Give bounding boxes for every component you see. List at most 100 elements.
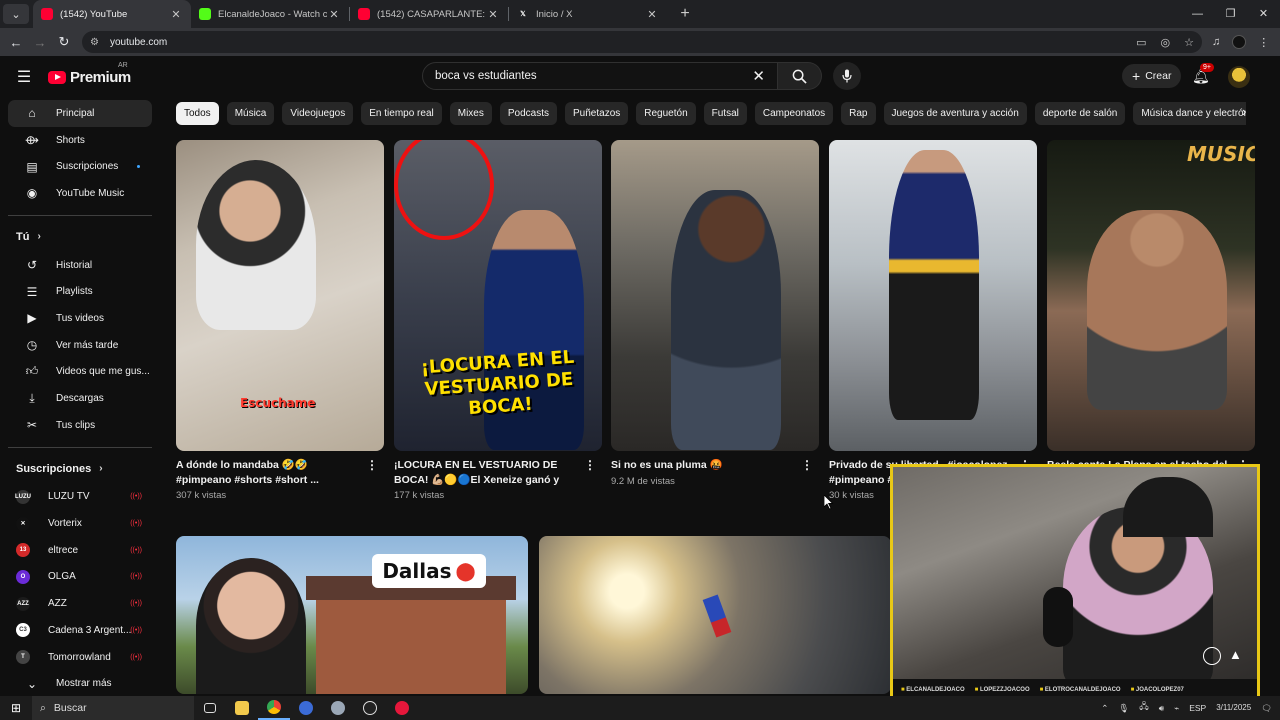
filter-chip[interactable]: Podcasts [499, 102, 557, 125]
browser-tab[interactable]: (1542) CASAPARLANTE: BEÉLE✕ [350, 0, 508, 28]
subscription-item[interactable]: O OLGA ((•)) [8, 564, 152, 591]
short-video-card[interactable]: ¡LOCURA EN EL VESTUARIO DE BOCA! ¡LOCURA… [394, 140, 602, 501]
forward-icon[interactable]: → [28, 35, 52, 50]
you-heading[interactable]: Tú › [0, 222, 160, 252]
messenger-app-icon[interactable] [290, 696, 322, 720]
more-options-icon[interactable]: ⋮ [366, 458, 378, 472]
close-window-icon[interactable]: ✕ [1247, 0, 1280, 28]
profile-avatar[interactable] [1232, 35, 1247, 49]
bookmark-star-icon[interactable]: ☆ [1184, 36, 1194, 49]
close-tab-icon[interactable]: ✕ [327, 8, 341, 21]
filter-chip[interactable]: deporte de salón [1034, 102, 1126, 125]
subscription-item[interactable]: ✕ Vorterix ((•)) [8, 510, 152, 537]
close-tab-icon[interactable]: ✕ [645, 8, 659, 21]
more-options-icon[interactable]: ⋮ [584, 458, 596, 472]
short-video-card[interactable]: Privado de su libertad.. #joacolopez #pi… [829, 140, 1037, 501]
short-thumbnail[interactable] [611, 140, 819, 451]
filter-chip[interactable]: Campeonatos [754, 102, 834, 125]
subscription-item[interactable]: AZZ AZZ ((•)) [8, 590, 152, 617]
new-tab-button[interactable]: + [673, 5, 697, 23]
reload-icon[interactable]: ↻ [52, 34, 76, 50]
filter-chip[interactable]: Reguetón [636, 102, 696, 125]
windows-start-icon[interactable]: ⊞ [0, 701, 32, 715]
app-icon[interactable] [322, 696, 354, 720]
video-title[interactable]: A dónde lo mandaba 🤣🤣 #pimpeano #shorts … [176, 458, 361, 487]
eye-off-icon[interactable]: ◎ [1161, 36, 1171, 49]
filter-chip[interactable]: En tiempo real [361, 102, 442, 125]
video-title[interactable]: Si no es una pluma 🤬 [611, 458, 796, 473]
minimize-icon[interactable]: — [1181, 0, 1214, 28]
search-input[interactable]: boca vs estudiantes ✕ [422, 62, 778, 90]
sidebar-item-descargas[interactable]: ⤓ Descargas [8, 385, 152, 412]
sidebar-item-suscripciones[interactable]: ▤ Suscripciones [8, 153, 152, 180]
close-tab-icon[interactable]: ✕ [486, 8, 500, 21]
task-view-icon[interactable] [194, 696, 226, 720]
short-video-card[interactable]: Escuchame A dónde lo mandaba 🤣🤣 #pimpeano… [176, 140, 384, 501]
create-button[interactable]: + Crear [1122, 64, 1182, 88]
mic-tray-icon[interactable]: 🎙︎ [1118, 703, 1129, 714]
short-thumbnail[interactable]: MUSIC [1047, 140, 1255, 451]
keyboard-language[interactable]: ESP [1189, 703, 1206, 713]
short-video-card[interactable]: Si no es una pluma 🤬 9.2 M de vistas ⋮ [611, 140, 819, 487]
network-icon[interactable]: 🖧 [1139, 701, 1148, 715]
sidebar-item-playlists[interactable]: ☰ Playlists [8, 278, 152, 305]
short-thumbnail[interactable] [829, 140, 1037, 451]
tab-search-button[interactable]: ⌄ [3, 4, 29, 24]
short-thumbnail[interactable]: ¡LOCURA EN EL VESTUARIO DE BOCA! [394, 140, 602, 451]
menu-icon[interactable]: ☰ [0, 67, 48, 87]
browser-menu-icon[interactable]: ⋮ [1258, 36, 1269, 49]
short-video-card[interactable]: MUSICBeele canta La Plena en el techo de… [1047, 140, 1255, 490]
opera-icon[interactable] [386, 696, 418, 720]
filter-chip[interactable]: Música [226, 102, 275, 125]
youtube-premium-logo[interactable]: Premium AR [48, 62, 131, 86]
subscriptions-heading[interactable]: Suscripciones › [0, 454, 160, 484]
site-info-icon[interactable]: ⚙ [90, 37, 104, 48]
sidebar-item-ver-m-s-tarde[interactable]: ◷ Ver más tarde [8, 332, 152, 359]
search-button[interactable] [778, 62, 822, 90]
cast-icon[interactable]: ▭ [1136, 36, 1146, 49]
filter-chip[interactable]: Puñetazos [565, 102, 629, 125]
file-explorer-icon[interactable] [226, 696, 258, 720]
more-options-icon[interactable]: ⋮ [801, 458, 813, 472]
sidebar-item-historial[interactable]: ↺ Historial [8, 252, 152, 279]
sidebar-item-tus-clips[interactable]: ✂ Tus clips [8, 412, 152, 439]
media-control-icon[interactable]: ♫ [1212, 36, 1220, 48]
user-avatar[interactable] [1228, 66, 1250, 88]
filter-chip[interactable]: Música dance y electrónica [1133, 102, 1246, 125]
subscription-item[interactable]: T Tomorrowland ((•)) [8, 644, 152, 671]
sidebar-item-shorts[interactable]: ⟴ Shorts [8, 127, 152, 154]
video-title[interactable]: ¡LOCURA EN EL VESTUARIO DE BOCA! 💪🏼🟡🔵El … [394, 458, 579, 487]
filter-chip[interactable]: Futsal [703, 102, 747, 125]
clear-search-icon[interactable]: ✕ [752, 67, 765, 85]
obs-icon[interactable] [354, 696, 386, 720]
voice-search-button[interactable] [833, 62, 861, 90]
subscription-item[interactable]: LUZU LUZU TV ((•)) [8, 484, 152, 511]
sidebar-item-tus-videos[interactable]: ▶ Tus videos [8, 305, 152, 332]
volume-icon[interactable]: 🔊︎ [1159, 703, 1164, 714]
usb-icon[interactable]: ⌁ [1174, 703, 1179, 714]
browser-tab[interactable]: ElcanaldeJoaco - Watch clips on✕ [191, 0, 349, 28]
notifications-button[interactable]: 🔔︎ 9+ [1192, 63, 1214, 85]
show-more-button[interactable]: ⌄ Mostrar más [8, 670, 152, 697]
taskbar-search[interactable]: ⌕ Buscar [32, 696, 194, 720]
sidebar-item-videos-que-me-gus[interactable]: 👍︎ Videos que me gus... [8, 359, 152, 386]
filter-chip[interactable]: Rap [841, 102, 876, 125]
subscription-item[interactable]: C3 Cadena 3 Argent... ((•)) [8, 617, 152, 644]
filter-chip[interactable]: Juegos de aventura y acción [883, 102, 1027, 125]
restore-icon[interactable]: ❐ [1214, 0, 1247, 28]
chips-next-icon[interactable]: › [1242, 104, 1246, 119]
browser-tab[interactable]: (1542) YouTube ✕ [33, 0, 191, 28]
chevron-up-icon[interactable]: ⌃ [1101, 703, 1108, 714]
clock[interactable]: 3/11/2025 [1216, 703, 1251, 713]
address-bar[interactable]: ⚙ youtube.com ▭ ◎ ☆ [82, 31, 1202, 53]
sidebar-item-principal[interactable]: ⌂ Principal [8, 100, 152, 127]
browser-tab[interactable]: 𝕏 Inicio / X ✕ [509, 0, 667, 28]
filter-chip[interactable]: Todos [176, 102, 219, 125]
filter-chip[interactable]: Mixes [449, 102, 492, 125]
notifications-tray-icon[interactable]: 🗨︎ [1261, 703, 1272, 714]
short-thumbnail[interactable]: Escuchame [176, 140, 384, 451]
video-thumbnail-dallas[interactable]: Dallas ⬤ [176, 536, 528, 694]
close-tab-icon[interactable]: ✕ [169, 8, 183, 21]
subscription-item[interactable]: 13 eltrece ((•)) [8, 537, 152, 564]
back-icon[interactable]: ← [4, 35, 28, 50]
